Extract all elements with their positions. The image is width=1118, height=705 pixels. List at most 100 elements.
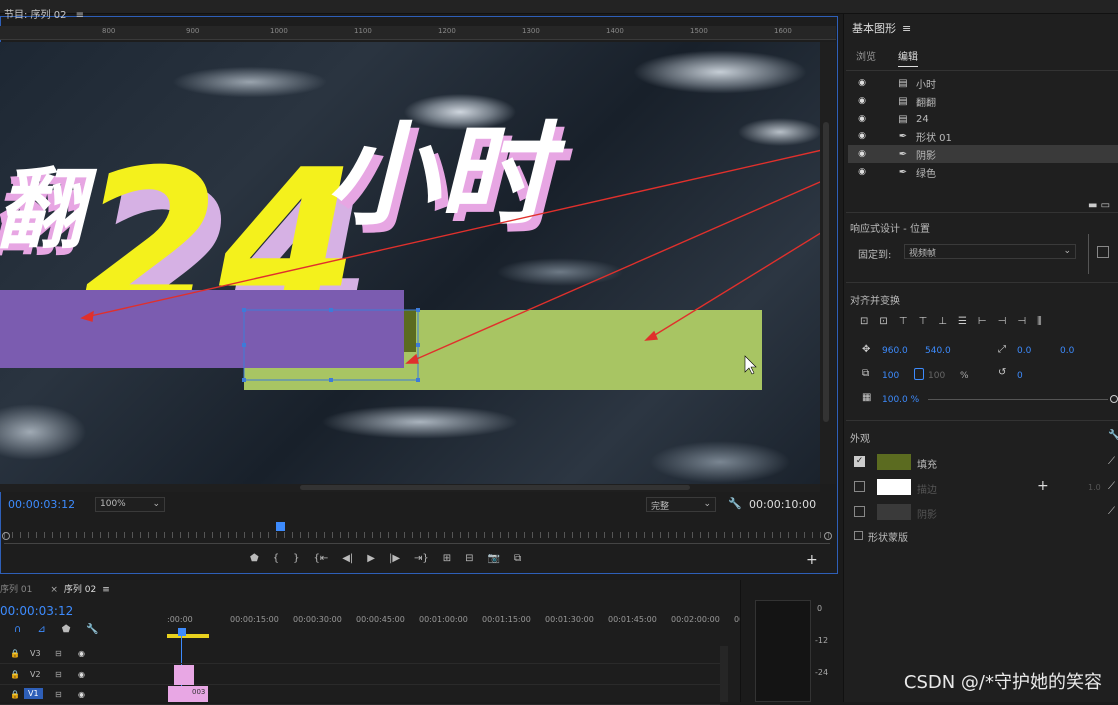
wrench-icon[interactable]: 🔧 <box>728 497 742 510</box>
tab-sequence-01[interactable]: 序列 01 <box>0 582 32 598</box>
layer-item[interactable]: ◉ ▤ 翻翻 <box>848 92 1118 110</box>
tab-browse[interactable]: 浏览 <box>856 48 876 67</box>
align-bottom-icon[interactable]: ⊥ <box>938 316 947 327</box>
lock-icon[interactable]: 🔒 <box>10 690 20 699</box>
eyedropper-icon[interactable]: ⟋ <box>1108 506 1115 517</box>
play-icon[interactable]: ▶ <box>367 553 375 564</box>
layer-item[interactable]: ◉ ▤ 24 <box>848 110 1118 128</box>
layer-item[interactable]: ◉ ✒ 形状 01 <box>848 127 1118 145</box>
layer-item[interactable]: ◉ ✒ 绿色 <box>848 163 1118 181</box>
anchor-y-value[interactable]: 0.0 <box>1060 346 1074 356</box>
playhead-timecode[interactable]: 00:00:03:12 <box>8 498 75 511</box>
opacity-slider[interactable] <box>928 399 1108 400</box>
eye-icon[interactable]: ◉ <box>852 167 872 177</box>
pin-to-select[interactable]: 视频帧 ⌄ <box>904 244 1076 259</box>
sync-icon[interactable]: ⊟ <box>55 649 62 658</box>
lift-icon[interactable]: ⊞ <box>443 553 451 564</box>
go-to-in-icon[interactable]: {⇤ <box>313 553 328 564</box>
mark-out-icon[interactable]: } <box>293 553 299 564</box>
link-scale-icon[interactable] <box>914 368 924 380</box>
eye-icon[interactable]: ◉ <box>852 149 872 159</box>
track-v2[interactable]: 🔒 V2 ⊟ ◉ <box>0 667 720 685</box>
panel-menu-icon[interactable]: ≡ <box>902 22 911 35</box>
panel-menu-icon[interactable]: ≡ <box>102 585 110 595</box>
align-hcenter-icon[interactable]: ⊣ <box>998 316 1007 327</box>
opacity-value[interactable]: 100.0 % <box>882 395 919 405</box>
eye-icon[interactable]: ◉ <box>852 96 872 106</box>
eye-icon[interactable]: ◉ <box>852 78 872 88</box>
add-button-icon[interactable]: + <box>806 552 818 568</box>
distribute-v-icon[interactable]: ☰ <box>958 316 967 327</box>
tab-edit[interactable]: 编辑 <box>898 48 918 67</box>
layer-item[interactable]: ◉ ▤ 小时 <box>848 74 1118 92</box>
eye-icon[interactable]: ◉ <box>852 114 872 124</box>
stroke-color-swatch[interactable] <box>877 479 911 495</box>
go-to-out-icon[interactable]: ⇥} <box>414 553 429 564</box>
eyedropper-icon[interactable]: ⟋ <box>1108 481 1115 492</box>
align-center-horizontal-icon[interactable]: ⊡ <box>879 316 887 327</box>
sync-icon[interactable]: ⊟ <box>55 670 62 679</box>
work-area-bar[interactable] <box>167 634 209 638</box>
align-right-icon[interactable]: ⊣ <box>1017 316 1026 327</box>
video-preview[interactable]: 翻 翻 24 24 小时 小时 <box>0 42 820 484</box>
scale-height-value[interactable]: 100 <box>928 371 945 381</box>
fill-color-swatch[interactable] <box>877 454 911 470</box>
purple-shape[interactable] <box>0 290 404 368</box>
align-top-icon[interactable]: ⊤ <box>899 316 908 327</box>
layer-item-selected[interactable]: ◉ ✒ 阴影 <box>848 145 1118 163</box>
lock-icon[interactable]: 🔒 <box>10 649 20 658</box>
settings-wrench-icon[interactable]: 🔧 <box>86 624 98 635</box>
shadow-color-swatch[interactable] <box>877 504 911 520</box>
panel-menu-icon[interactable]: ≡ <box>76 10 84 21</box>
align-left-icon[interactable]: ⊢ <box>978 316 987 327</box>
graphic-clip-v2[interactable] <box>174 665 194 685</box>
program-scrubber[interactable] <box>2 522 832 544</box>
fill-checkbox[interactable]: ✓ <box>854 456 865 467</box>
step-forward-icon[interactable]: |▶ <box>389 553 400 564</box>
program-monitor-title[interactable]: 节目: 序列 02 ≡ <box>4 6 84 21</box>
playhead-marker[interactable] <box>276 522 285 531</box>
position-y-value[interactable]: 540.0 <box>925 346 951 356</box>
snap-icon[interactable]: ∩ <box>14 624 21 635</box>
shape-mask-checkbox[interactable] <box>854 531 863 540</box>
eye-icon[interactable]: ◉ <box>852 131 872 141</box>
new-layer-icon[interactable]: ▬ ▭ <box>1088 200 1110 211</box>
extract-icon[interactable]: ⊟ <box>465 553 473 564</box>
horizontal-scrollbar[interactable] <box>0 484 820 492</box>
stroke-checkbox[interactable] <box>854 481 865 492</box>
compare-icon[interactable]: ⧉ <box>514 553 521 564</box>
sync-icon[interactable]: ⊟ <box>55 690 62 699</box>
lock-icon[interactable]: 🔒 <box>10 670 20 679</box>
distribute-h-icon[interactable]: ⫼ <box>1037 316 1042 327</box>
timeline-timecode[interactable]: 00:00:03:12 <box>0 604 73 618</box>
rotation-value[interactable]: 0 <box>1017 371 1023 381</box>
scale-value[interactable]: 100 <box>882 371 899 381</box>
anchor-x-value[interactable]: 0.0 <box>1017 346 1031 356</box>
pin-edges-widget[interactable] <box>1088 234 1116 274</box>
eye-icon[interactable]: ◉ <box>78 670 85 679</box>
track-v3[interactable]: 🔒 V3 ⊟ ◉ <box>0 646 720 664</box>
step-back-icon[interactable]: ◀| <box>342 553 353 564</box>
eyedropper-icon[interactable]: ⟋ <box>1108 456 1115 467</box>
close-icon[interactable]: × <box>50 585 58 595</box>
timeline-scrollbar[interactable] <box>720 646 728 702</box>
mark-in-icon[interactable]: { <box>273 553 279 564</box>
camera-icon[interactable]: 📷 <box>488 553 500 564</box>
stroke-width-value[interactable]: 1.0 <box>1088 483 1101 492</box>
graphic-clip-v1[interactable]: 003 <box>168 686 208 702</box>
tab-sequence-02[interactable]: × 序列 02 ≡ <box>50 582 109 598</box>
green-shape[interactable] <box>416 310 762 390</box>
add-marker-icon[interactable]: ⬟ <box>62 624 71 635</box>
quality-select[interactable]: 完整 ⌄ <box>646 497 716 512</box>
zoom-select[interactable]: 100% ⌄ <box>95 497 165 512</box>
eye-icon[interactable]: ◉ <box>78 690 85 699</box>
shadow-checkbox[interactable] <box>854 506 865 517</box>
timeline-playhead[interactable] <box>178 628 186 636</box>
marker-icon[interactable]: ⬟ <box>250 553 259 564</box>
wrench-icon[interactable]: 🔧 <box>1108 430 1118 441</box>
timeline-ruler[interactable]: :00:00 00:00:15:00 00:00:30:00 00:00:45:00 0… <box>167 615 744 635</box>
align-center-vertical-icon[interactable]: ⊡ <box>860 316 868 327</box>
position-x-value[interactable]: 960.0 <box>882 346 908 356</box>
linked-selection-icon[interactable]: ⊿ <box>37 624 45 635</box>
add-stroke-icon[interactable]: + <box>1037 478 1049 494</box>
